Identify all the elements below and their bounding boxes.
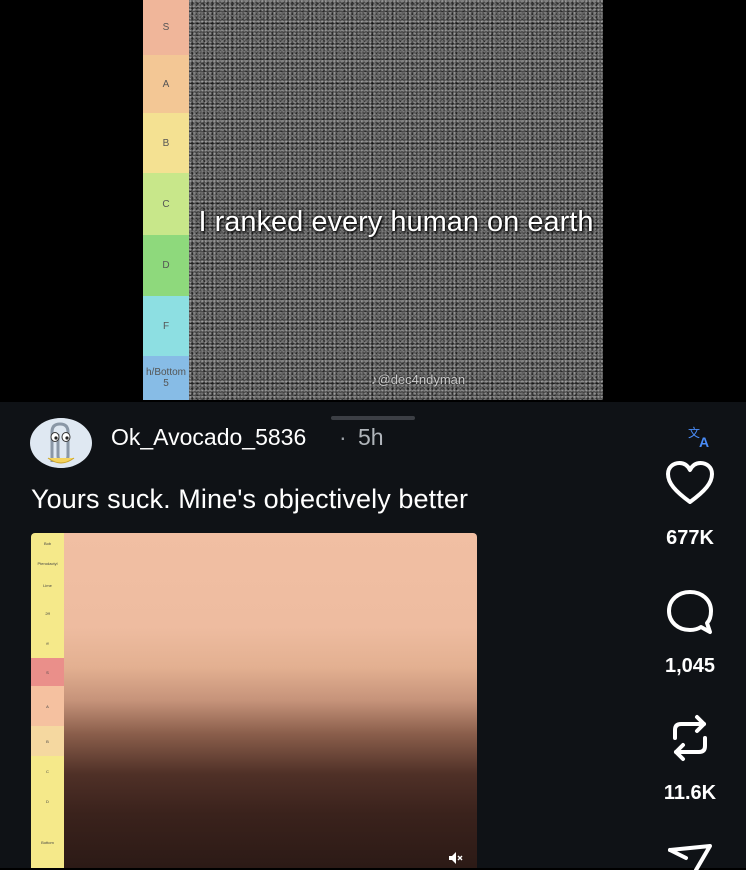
tier-label: F [143, 296, 189, 356]
image-tier-label: Lime [31, 573, 64, 599]
image-tier-label: D [31, 786, 64, 817]
image-tier-label: S [31, 658, 64, 687]
video-frame [189, 0, 603, 400]
comment-username[interactable]: Ok_Avocado_5836 [111, 424, 306, 451]
image-tier-label: B [31, 726, 64, 757]
tier-label: B [143, 113, 189, 173]
video-player[interactable]: S A B C D Fh/Bottom 5 I ranked every human on… [143, 0, 603, 400]
separator-dot: · [339, 424, 347, 450]
tier-label: h/Bottom 5 [143, 356, 189, 400]
image-skin-gradient [64, 533, 477, 868]
translate-icon[interactable]: 文 A [688, 425, 714, 450]
tier-label: A [143, 55, 189, 113]
comment-image[interactable]: Bob Pterodactyl Lime 2ff ff S A B C D Bottom [31, 533, 477, 868]
image-tier-label: C [31, 756, 64, 787]
avatar[interactable] [30, 418, 92, 468]
image-tier-label: Bottom [31, 816, 64, 868]
send-icon[interactable] [666, 840, 714, 870]
image-tier-label: 2ff [31, 598, 64, 629]
image-tier-labels: Bob Pterodactyl Lime 2ff ff S A B C D Bottom [31, 533, 64, 868]
repost-icon[interactable] [666, 712, 714, 764]
image-tier-label: ff [31, 628, 64, 659]
image-tier-label: Bob [31, 533, 64, 554]
video-watermark: ♪@dec4ndyman [371, 372, 466, 387]
comment-text: Yours suck. Mine's objectively better [31, 484, 469, 514]
sheet-drag-handle[interactable] [331, 416, 415, 420]
tier-list-labels: S A B C D Fh/Bottom 5 [143, 0, 189, 400]
comment-timestamp: 5h [358, 424, 384, 450]
svg-text:A: A [699, 434, 709, 449]
tier-label: C [143, 173, 189, 235]
speech-bubble-icon[interactable] [665, 588, 715, 636]
tier-label: D [143, 235, 189, 296]
speaker-icon[interactable] [448, 851, 464, 865]
heart-icon[interactable] [665, 460, 715, 506]
like-count: 677K [666, 527, 714, 549]
video-caption: I ranked every human on earth [198, 206, 594, 238]
tier-label: S [143, 0, 189, 55]
comment-count: 1,045 [664, 655, 716, 677]
image-tier-label: A [31, 686, 64, 727]
paperclip-avatar-icon [36, 418, 86, 468]
repost-count: 11.6K [663, 782, 717, 804]
image-tier-label: Pterodactyl [31, 553, 64, 574]
